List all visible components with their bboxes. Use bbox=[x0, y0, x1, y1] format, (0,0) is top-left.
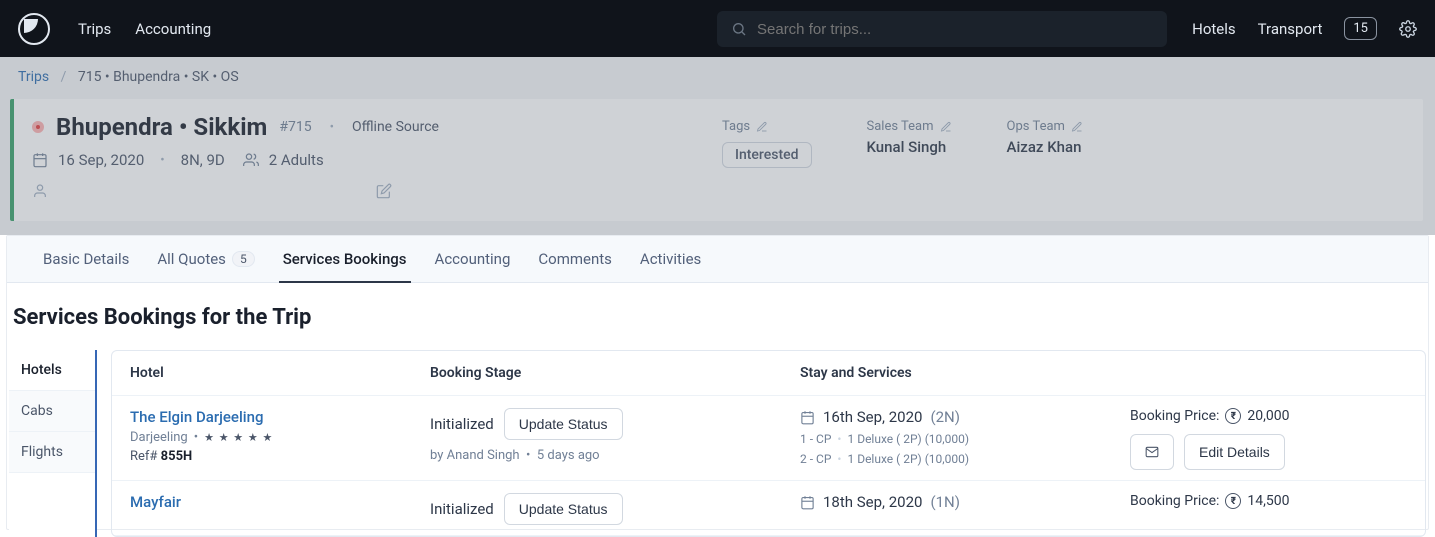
col-booking-stage: Booking Stage bbox=[430, 365, 800, 381]
table-header: Hotel Booking Stage Stay and Services bbox=[112, 351, 1425, 396]
header-panel: Trips / 715 • Bhupendra • SK • OS Bhupen… bbox=[0, 57, 1435, 235]
updated-ago: 5 days ago bbox=[537, 448, 600, 463]
edit-details-button[interactable]: Edit Details bbox=[1184, 434, 1285, 470]
col-stay-services: Stay and Services bbox=[800, 365, 1130, 381]
price-label: Booking Price: bbox=[1130, 493, 1219, 509]
search-input[interactable] bbox=[757, 21, 1137, 38]
table-row: Mayfair Initialized Update Status 18th S… bbox=[112, 481, 1425, 536]
calendar-icon bbox=[32, 152, 48, 168]
updated-by: by Anand Singh bbox=[430, 448, 520, 463]
breadcrumb: Trips / 715 • Bhupendra • SK • OS bbox=[0, 57, 1435, 99]
global-search[interactable] bbox=[717, 11, 1167, 47]
subtab-hotels[interactable]: Hotels bbox=[9, 350, 95, 391]
tab-activities[interactable]: Activities bbox=[626, 236, 715, 282]
stay-nights: (1N) bbox=[930, 493, 960, 511]
room-plan: 1 - CP bbox=[800, 432, 831, 446]
edit-tags-icon[interactable] bbox=[756, 121, 768, 133]
stay-date: 18th Sep, 2020 bbox=[823, 493, 922, 511]
breadcrumb-current: 715 • Bhupendra • SK • OS bbox=[78, 69, 239, 85]
breadcrumb-separator: / bbox=[61, 69, 67, 85]
email-booking-button[interactable] bbox=[1130, 434, 1174, 470]
trip-pax: 2 Adults bbox=[269, 151, 324, 169]
booking-subtabs: Hotels Cabs Flights bbox=[9, 350, 97, 537]
tab-basic-details[interactable]: Basic Details bbox=[29, 236, 143, 282]
trip-duration: 8N, 9D bbox=[181, 151, 225, 169]
currency-icon: ₹ bbox=[1225, 408, 1241, 424]
nav-accounting[interactable]: Accounting bbox=[135, 20, 211, 38]
room-plan: 2 - CP bbox=[800, 452, 831, 466]
section-title: Services Bookings for the Trip bbox=[7, 283, 1428, 350]
trip-start-date: 16 Sep, 2020 bbox=[58, 151, 144, 169]
booking-stage: Initialized bbox=[430, 415, 494, 433]
tab-services-bookings[interactable]: Services Bookings bbox=[269, 236, 421, 282]
trip-title: Bhupendra • Sikkim bbox=[56, 113, 267, 141]
nav-trips[interactable]: Trips bbox=[78, 20, 111, 38]
bookings-table: Hotel Booking Stage Stay and Services Th… bbox=[111, 350, 1426, 537]
ref-label: Ref# bbox=[130, 449, 157, 464]
calendar-icon bbox=[800, 410, 815, 425]
ops-team-value: Aizaz Khan bbox=[1007, 138, 1083, 156]
table-row: The Elgin Darjeeling Darjeeling • ★ ★ ★ … bbox=[112, 396, 1425, 481]
trip-source: Offline Source bbox=[352, 119, 439, 135]
update-status-button[interactable]: Update Status bbox=[504, 493, 623, 525]
nav-transport[interactable]: Transport bbox=[1258, 20, 1323, 38]
notification-count[interactable]: 15 bbox=[1344, 17, 1377, 40]
price-value: 14,500 bbox=[1247, 493, 1289, 509]
quotes-count: 5 bbox=[232, 251, 255, 267]
trip-id: #715 bbox=[279, 119, 311, 135]
guests-icon bbox=[243, 152, 259, 168]
hotel-location: Darjeeling bbox=[130, 430, 188, 445]
currency-icon: ₹ bbox=[1225, 493, 1241, 509]
top-bar: Trips Accounting Hotels Transport 15 bbox=[0, 0, 1435, 57]
price-value: 20,000 bbox=[1247, 408, 1289, 424]
hotel-stars: ★ ★ ★ ★ ★ bbox=[204, 431, 273, 444]
search-icon bbox=[731, 21, 747, 37]
stay-date: 16th Sep, 2020 bbox=[823, 408, 922, 426]
sales-team-block: Sales Team Kunal Singh bbox=[867, 119, 952, 199]
ops-team-label: Ops Team bbox=[1007, 119, 1065, 134]
sales-team-value: Kunal Singh bbox=[867, 138, 952, 156]
tab-accounting[interactable]: Accounting bbox=[421, 236, 525, 282]
room-detail: 1 Deluxe ( 2P) (10,000) bbox=[847, 452, 969, 466]
subtab-flights[interactable]: Flights bbox=[9, 432, 95, 473]
right-nav: Hotels Transport 15 bbox=[1192, 17, 1417, 40]
booking-stage: Initialized bbox=[430, 500, 494, 518]
edit-ops-icon[interactable] bbox=[1071, 121, 1083, 133]
subtab-cabs[interactable]: Cabs bbox=[9, 391, 95, 432]
app-logo[interactable] bbox=[18, 13, 50, 45]
tab-comments[interactable]: Comments bbox=[524, 236, 626, 282]
tag-interested[interactable]: Interested bbox=[722, 142, 812, 168]
trip-header-card: Bhupendra • Sikkim #715 • Offline Source… bbox=[10, 99, 1423, 221]
hotel-name-link[interactable]: The Elgin Darjeeling bbox=[130, 408, 430, 426]
person-icon bbox=[32, 183, 48, 199]
update-status-button[interactable]: Update Status bbox=[504, 408, 623, 440]
edit-sales-icon[interactable] bbox=[940, 121, 952, 133]
trip-status-dot bbox=[32, 121, 44, 133]
tab-all-quotes[interactable]: All Quotes 5 bbox=[143, 236, 268, 282]
ref-number: 855H bbox=[161, 449, 193, 464]
settings-icon[interactable] bbox=[1399, 20, 1417, 38]
mail-icon bbox=[1143, 445, 1161, 459]
price-label: Booking Price: bbox=[1130, 408, 1219, 424]
stay-nights: (2N) bbox=[930, 408, 960, 426]
col-hotel: Hotel bbox=[130, 365, 430, 381]
tags-block: Tags Interested bbox=[722, 119, 812, 199]
sales-team-label: Sales Team bbox=[867, 119, 934, 134]
nav-hotels[interactable]: Hotels bbox=[1192, 20, 1236, 38]
hotel-name-link[interactable]: Mayfair bbox=[130, 493, 430, 511]
breadcrumb-root[interactable]: Trips bbox=[18, 69, 49, 85]
calendar-icon bbox=[800, 495, 815, 510]
services-bookings-panel: Basic Details All Quotes 5 Services Book… bbox=[6, 235, 1429, 530]
room-detail: 1 Deluxe ( 2P) (10,000) bbox=[847, 432, 969, 446]
ops-team-block: Ops Team Aizaz Khan bbox=[1007, 119, 1083, 199]
edit-icon[interactable] bbox=[376, 183, 392, 199]
tags-label: Tags bbox=[722, 119, 750, 134]
